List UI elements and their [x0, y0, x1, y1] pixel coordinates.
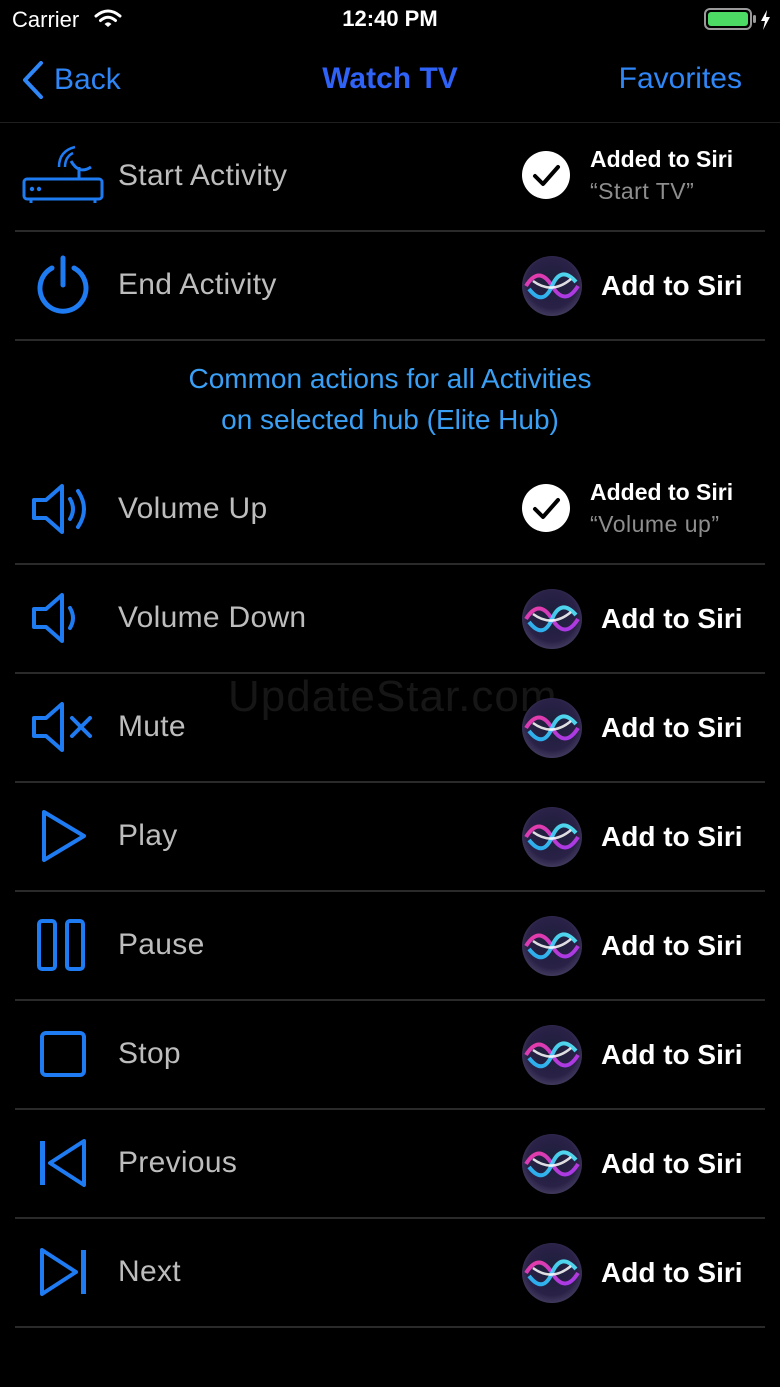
- add-to-siri-label[interactable]: Add to Siri: [601, 891, 743, 999]
- back-label: Back: [54, 63, 121, 96]
- section-header-line2: on selected hub (Elite Hub): [221, 404, 559, 435]
- item-label: End Activity: [118, 268, 277, 301]
- previous-icon: [19, 1133, 107, 1193]
- next-icon: [19, 1242, 107, 1302]
- chevron-left-icon: [23, 61, 43, 99]
- item-label: Play: [118, 819, 178, 852]
- back-button[interactable]: Back: [22, 58, 121, 102]
- add-to-siri-label[interactable]: Add to Siri: [601, 231, 743, 339]
- siri-icon[interactable]: [521, 1024, 583, 1086]
- siri-status: Added to Siri: [590, 146, 734, 172]
- item-label: Volume Up: [118, 492, 268, 525]
- navigation-bar: Back Watch TV Favorites: [0, 40, 780, 123]
- play-icon: [19, 806, 107, 866]
- power-icon: [19, 255, 107, 315]
- add-to-siri-label[interactable]: Add to Siri: [601, 1109, 743, 1217]
- section-header-line1: Common actions for all Activities: [188, 363, 592, 394]
- siri-icon[interactable]: [521, 255, 583, 317]
- stop-icon: [19, 1024, 107, 1084]
- add-to-siri-label[interactable]: Add to Siri: [601, 1000, 743, 1108]
- list-item-stop[interactable]: Stop Add to Siri: [15, 1000, 765, 1110]
- list-item-end-activity[interactable]: End Activity Add to Siri: [15, 231, 765, 341]
- status-time: 12:40 PM: [342, 6, 438, 31]
- add-to-siri-label[interactable]: Add to Siri: [601, 564, 743, 672]
- siri-icon[interactable]: [521, 915, 583, 977]
- pause-icon: [19, 915, 107, 975]
- list-item-volume-up[interactable]: Volume Up Added to Siri “Volume up”: [15, 455, 765, 565]
- hub-icon: [19, 145, 107, 206]
- list-item-start-activity[interactable]: Start Activity Added to Siri “Start TV”: [15, 122, 765, 232]
- favorites-button[interactable]: Favorites: [619, 62, 742, 96]
- list-item-play[interactable]: Play Add to Siri: [15, 782, 765, 892]
- list-item-next[interactable]: Next Add to Siri: [15, 1218, 765, 1328]
- item-label: Pause: [118, 928, 205, 961]
- checkmark-icon[interactable]: [522, 151, 570, 199]
- item-label: Start Activity: [118, 159, 288, 192]
- add-to-siri-label[interactable]: Add to Siri: [601, 1218, 743, 1326]
- mute-icon: [19, 697, 107, 757]
- list-item-previous[interactable]: Previous Add to Siri: [15, 1109, 765, 1219]
- item-label: Volume Down: [118, 601, 307, 634]
- item-label: Previous: [118, 1146, 238, 1179]
- checkmark-icon[interactable]: [522, 484, 570, 532]
- item-label: Stop: [118, 1037, 181, 1070]
- page-title: Watch TV: [322, 62, 458, 95]
- item-label: Mute: [118, 710, 186, 743]
- siri-status: Added to Siri: [590, 479, 734, 505]
- list-item-volume-down[interactable]: Volume Down Add to Siri: [15, 564, 765, 674]
- siri-icon[interactable]: [521, 1242, 583, 1304]
- volume-down-icon: [19, 588, 107, 648]
- siri-phrase: “Volume up”: [590, 511, 720, 537]
- section-header: Common actions for all Activities on sel…: [0, 358, 780, 440]
- siri-icon[interactable]: [521, 806, 583, 868]
- volume-up-icon: [19, 479, 107, 539]
- siri-icon[interactable]: [521, 697, 583, 759]
- status-bar: Carrier 12:40 PM: [0, 0, 780, 40]
- battery-icon: [704, 8, 774, 37]
- siri-icon[interactable]: [521, 1133, 583, 1195]
- add-to-siri-label[interactable]: Add to Siri: [601, 782, 743, 890]
- list-item-pause[interactable]: Pause Add to Siri: [15, 891, 765, 1001]
- siri-icon[interactable]: [521, 588, 583, 650]
- siri-phrase: “Start TV”: [590, 178, 695, 204]
- list-item-mute[interactable]: Mute Add to Siri: [15, 673, 765, 783]
- add-to-siri-label[interactable]: Add to Siri: [601, 673, 743, 781]
- item-label: Next: [118, 1255, 181, 1288]
